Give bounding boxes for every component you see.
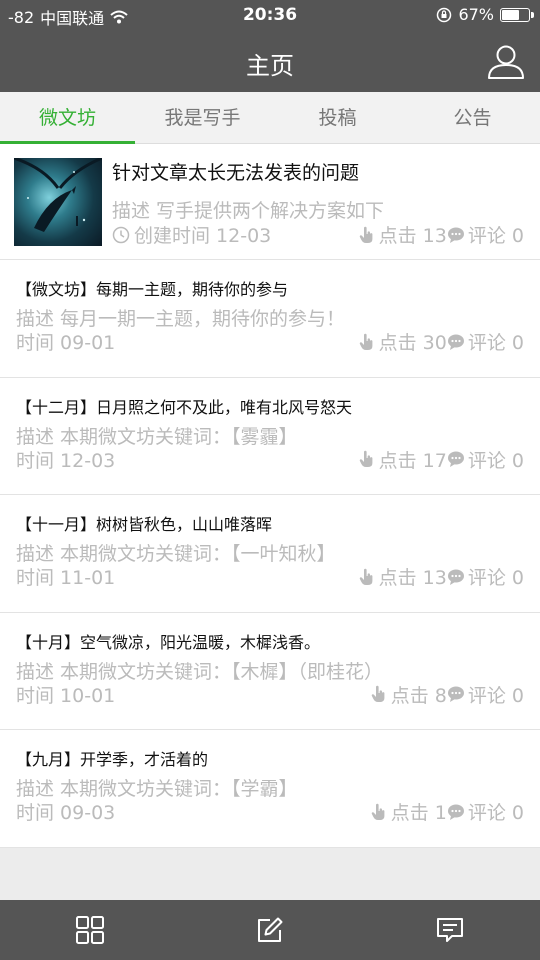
list-item[interactable]: 【十二月】日月照之何不及此，唯有北风号怒天 描述 本期微文坊关键词：【雾霾】 时… xyxy=(0,378,540,495)
click-count: 点击 17 xyxy=(378,449,447,472)
hand-pointer-icon xyxy=(359,568,373,585)
comment-stat: 评论 0 xyxy=(447,563,524,590)
hand-pointer-icon xyxy=(359,333,373,350)
featured-desc: 描述 写手提供两个解决方案如下 xyxy=(112,200,385,222)
compose-icon xyxy=(258,917,283,942)
comment-bubble-icon xyxy=(447,227,464,243)
thumbnail-art xyxy=(14,158,102,232)
messages-tab-button[interactable] xyxy=(360,900,540,960)
click-count: 点击 13 xyxy=(378,567,447,589)
item-stats: 点击 13 评论 0 xyxy=(358,563,524,590)
item-desc: 描述 本期微文坊关键词：【学霸】 xyxy=(16,778,298,800)
comment-count: 评论 0 xyxy=(467,332,524,354)
bottom-tab-bar xyxy=(0,900,540,960)
comment-stat: 评论 0 xyxy=(447,221,524,248)
comment-count: 评论 0 xyxy=(467,802,524,824)
comment-bubble-icon xyxy=(447,686,464,702)
item-stats: 点击 8 评论 0 xyxy=(370,681,524,708)
battery-percent: 67% xyxy=(458,5,494,24)
article-list: 针对文章太长无法发表的问题 描述 写手提供两个解决方案如下 创建时间 12-03… xyxy=(0,144,540,848)
click-stat: 点击 1 xyxy=(370,798,447,825)
battery-fill xyxy=(502,9,519,20)
item-title: 【十一月】树树皆秋色，山山唯落晖 xyxy=(16,515,273,534)
tab-announcement[interactable]: 公告 xyxy=(405,92,540,143)
comment-stat: 评论 0 xyxy=(447,446,524,473)
comment-stat: 评论 0 xyxy=(447,681,524,708)
comment-bubble-icon xyxy=(447,451,464,467)
item-desc: 描述 本期微文坊关键词：【一叶知秋】 xyxy=(16,543,336,565)
tab-writer[interactable]: 我是写手 xyxy=(135,92,270,143)
hand-pointer-icon xyxy=(371,803,385,820)
item-time: 时间 09-01 xyxy=(16,332,116,354)
click-count: 点击 1 xyxy=(390,802,447,824)
item-title: 【十月】空气微凉，阳光温暖，木樨浅香。 xyxy=(16,632,321,652)
item-desc: 描述 本期微文坊关键词：【雾霾】 xyxy=(16,425,298,448)
tab-submit[interactable]: 投稿 xyxy=(270,92,405,143)
comment-stat: 评论 0 xyxy=(447,798,524,825)
hand-pointer-icon xyxy=(359,226,373,243)
status-right: 67% xyxy=(436,5,534,24)
user-button[interactable] xyxy=(486,42,526,82)
grid-icon xyxy=(76,916,104,944)
hand-pointer-icon xyxy=(371,685,385,702)
comment-bubble-icon xyxy=(447,334,464,350)
click-stat: 点击 13 xyxy=(358,221,447,248)
clock-icon xyxy=(112,226,130,243)
status-bar: -82 中国联通 20:36 67% xyxy=(0,0,540,30)
comment-bubble-icon xyxy=(447,569,464,585)
tab-weiwenfang[interactable]: 微文坊 xyxy=(0,92,135,144)
click-stat: 点击 13 xyxy=(358,563,447,590)
featured-item[interactable]: 针对文章太长无法发表的问题 描述 写手提供两个解决方案如下 创建时间 12-03… xyxy=(0,144,540,260)
item-time: 时间 10-01 xyxy=(16,684,116,707)
comment-stat: 评论 0 xyxy=(447,328,524,355)
featured-time-row: 创建时间 12-03 xyxy=(112,221,271,248)
item-stats: 点击 1 评论 0 xyxy=(370,798,524,825)
page-title: 主页 xyxy=(246,52,294,80)
thumbnail-image xyxy=(14,158,102,246)
item-desc: 描述 每月一期一主题，期待你的参与！ xyxy=(16,308,346,330)
list-item[interactable]: 【十月】空气微凉，阳光温暖，木樨浅香。 描述 本期微文坊关键词：【木樨】（即桂花… xyxy=(0,613,540,730)
item-desc: 描述 本期微文坊关键词：【木樨】（即桂花） xyxy=(16,660,384,683)
click-stat: 点击 30 xyxy=(358,328,447,355)
comment-count: 评论 0 xyxy=(467,567,524,589)
compose-tab-button[interactable] xyxy=(180,900,360,960)
comment-bubble-icon xyxy=(447,804,464,820)
tab-bar: 微文坊 我是写手 投稿 公告 xyxy=(0,92,540,144)
user-icon xyxy=(488,45,524,79)
item-title: 【微文坊】每期一主题，期待你的参与 xyxy=(16,280,289,299)
item-time: 时间 12-03 xyxy=(16,449,116,472)
message-icon xyxy=(437,918,463,942)
comment-count: 评论 0 xyxy=(467,684,524,707)
item-title: 【九月】开学季，才活着的 xyxy=(16,750,209,769)
nav-bar: 主页 xyxy=(0,30,540,92)
item-time: 时间 11-01 xyxy=(16,567,116,589)
comment-count: 评论 0 xyxy=(467,225,524,247)
hand-pointer-icon xyxy=(359,450,373,467)
item-stats: 点击 30 评论 0 xyxy=(358,328,524,355)
click-stat: 点击 17 xyxy=(358,446,447,473)
list-item[interactable]: 【十一月】树树皆秋色，山山唯落晖 描述 本期微文坊关键词：【一叶知秋】 时间 1… xyxy=(0,495,540,613)
battery-icon xyxy=(500,7,534,22)
home-tab-button[interactable] xyxy=(0,900,180,960)
click-count: 点击 13 xyxy=(378,225,447,247)
featured-title: 针对文章太长无法发表的问题 xyxy=(112,162,360,184)
item-time: 时间 09-03 xyxy=(16,802,116,824)
featured-time: 创建时间 12-03 xyxy=(134,225,272,247)
click-count: 点击 30 xyxy=(378,332,447,354)
click-count: 点击 8 xyxy=(390,684,447,707)
item-title: 【十二月】日月照之何不及此，唯有北风号怒天 xyxy=(16,397,353,417)
featured-stats: 点击 13 评论 0 xyxy=(358,221,524,248)
comment-count: 评论 0 xyxy=(467,449,524,472)
rotation-lock-icon xyxy=(437,7,452,22)
list-item[interactable]: 【九月】开学季，才活着的 描述 本期微文坊关键词：【学霸】 时间 09-03 点… xyxy=(0,730,540,848)
click-stat: 点击 8 xyxy=(370,681,447,708)
list-item[interactable]: 【微文坊】每期一主题，期待你的参与 描述 每月一期一主题，期待你的参与！ 时间 … xyxy=(0,260,540,378)
item-stats: 点击 17 评论 0 xyxy=(358,446,524,473)
